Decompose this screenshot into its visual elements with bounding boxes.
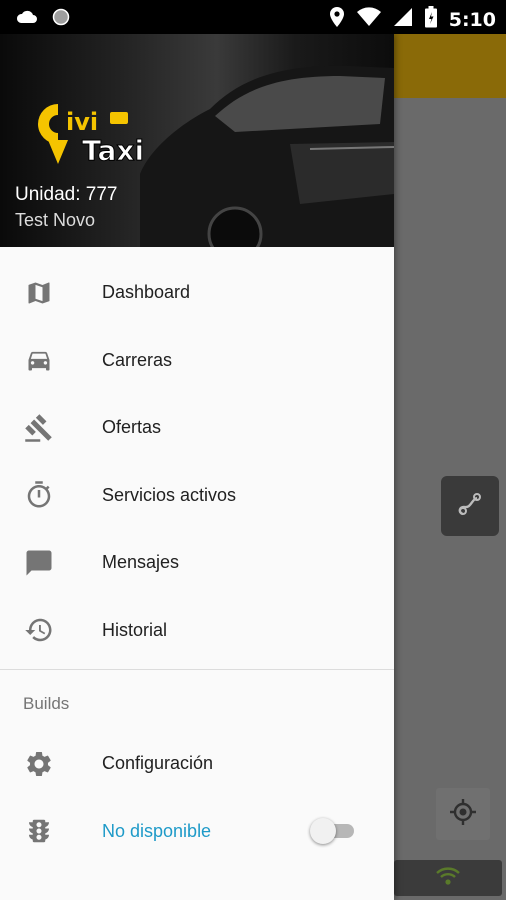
gear-icon xyxy=(23,748,55,780)
drawer-header: ivi Taxi Unidad: 777 Test Novo xyxy=(0,34,394,247)
gavel-icon xyxy=(23,412,55,444)
menu-label-ofertas: Ofertas xyxy=(102,417,162,438)
status-bar: 5:10 xyxy=(0,0,506,34)
menu-item-historial[interactable]: Historial xyxy=(0,597,394,665)
menu-item-dashboard[interactable]: Dashboard xyxy=(0,259,394,327)
driver-name: Test Novo xyxy=(15,210,96,230)
toggle-thumb xyxy=(310,818,336,845)
menu-label-servicios-activos: Servicios activos xyxy=(102,484,237,505)
menu-item-carreras[interactable]: Carreras xyxy=(0,327,394,395)
unit-label: Unidad: 777 xyxy=(15,184,118,205)
map-icon xyxy=(23,277,55,309)
navigation-drawer: ivi Taxi Unidad: 777 Test Novo Dashboard… xyxy=(0,34,394,900)
circle-notification-icon xyxy=(52,8,70,31)
menu-label-historial: Historial xyxy=(102,619,168,640)
app-toolbar xyxy=(394,34,506,98)
wifi-signal-icon xyxy=(435,866,461,891)
my-location-button[interactable] xyxy=(436,788,490,840)
builds-menu: Configuración No disponible xyxy=(0,730,394,865)
menu-label-configuracion: Configuración xyxy=(102,753,214,774)
history-icon xyxy=(23,614,55,646)
logo-text-bottom: Taxi xyxy=(82,134,144,167)
section-title-builds: Builds xyxy=(23,694,70,713)
traffic-light-icon xyxy=(23,815,55,847)
message-icon xyxy=(23,547,55,579)
menu-item-ofertas[interactable]: Ofertas xyxy=(0,394,394,462)
menu-label-dashboard: Dashboard xyxy=(102,282,191,303)
bottom-status-bar xyxy=(394,860,502,896)
signal-icon xyxy=(393,7,413,32)
route-button[interactable] xyxy=(441,476,499,536)
menu-label-carreras: Carreras xyxy=(102,349,173,370)
menu-item-servicios-activos[interactable]: Servicios activos xyxy=(0,462,394,530)
availability-toggle[interactable] xyxy=(310,817,358,845)
car-background-image xyxy=(140,65,394,247)
location-pin-icon xyxy=(329,6,345,33)
wifi-icon xyxy=(356,7,381,32)
crosshair-icon xyxy=(448,797,478,832)
car-icon xyxy=(23,344,55,376)
civi-taxi-logo: ivi Taxi xyxy=(36,100,152,170)
background-app xyxy=(394,34,506,900)
status-time: 5:10 xyxy=(448,8,496,31)
menu-label-mensajes: Mensajes xyxy=(102,552,180,573)
timer-icon xyxy=(23,479,55,511)
battery-icon xyxy=(424,6,437,33)
menu-label-no-disponible: No disponible xyxy=(102,820,212,841)
logo-text-top: ivi xyxy=(66,108,98,136)
menu-item-no-disponible[interactable]: No disponible xyxy=(0,798,394,866)
menu-item-configuracion[interactable]: Configuración xyxy=(0,730,394,798)
menu-item-mensajes[interactable]: Mensajes xyxy=(0,529,394,597)
drawer-menu: Dashboard Carreras Ofertas Servicios act… xyxy=(0,247,394,664)
cloud-icon xyxy=(16,9,38,30)
route-icon xyxy=(455,489,485,524)
